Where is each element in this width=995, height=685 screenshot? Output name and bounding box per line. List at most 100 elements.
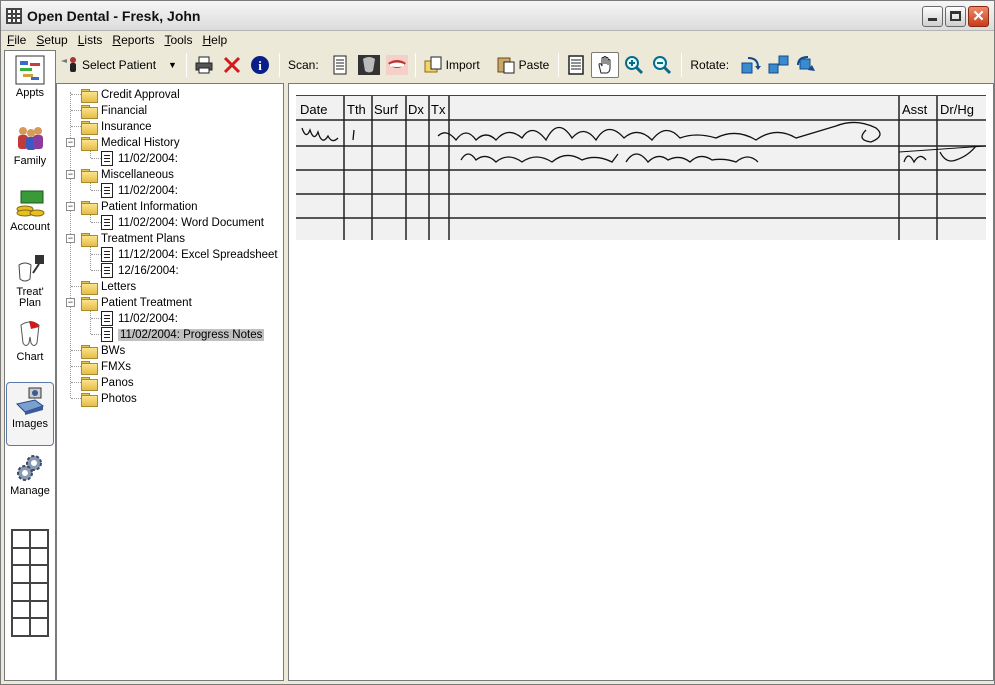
rotate-left-button[interactable]	[737, 52, 763, 78]
module-images[interactable]: Images	[6, 382, 54, 446]
select-patient-label: Select Patient	[82, 58, 157, 72]
delete-button[interactable]	[219, 52, 245, 78]
module-appts[interactable]: Appts	[6, 55, 54, 107]
tree-item[interactable]: − Patient Treatment	[65, 295, 192, 311]
tree-item-label: Medical History	[101, 136, 180, 149]
tree-item-label: 11/02/2004:	[118, 152, 178, 165]
image-viewer[interactable]: Date Tth Surf Dx Tx Asst Dr/Hg	[288, 83, 994, 681]
module-label: Images	[11, 418, 49, 430]
tree-item[interactable]: Financial	[65, 103, 147, 119]
progress-notes-scan-graphic: Date Tth Surf Dx Tx Asst Dr/Hg	[296, 96, 986, 240]
module-label: Chart	[16, 351, 44, 363]
module-chart[interactable]: Chart	[6, 319, 54, 371]
module-account[interactable]: Account	[6, 189, 54, 241]
collapse-icon[interactable]: −	[66, 298, 75, 307]
print-button[interactable]	[191, 52, 217, 78]
tree-item[interactable]: Panos	[65, 375, 134, 391]
tree-item[interactable]: 11/12/2004: Excel Spreadsheet	[91, 247, 278, 262]
module-label: Treat' Plan	[16, 286, 44, 309]
document-icon	[101, 327, 113, 342]
flip-horizontal-button[interactable]	[765, 52, 791, 78]
tree-item-label: Panos	[101, 376, 134, 389]
app-window: Open Dental - Fresk, John ✕ File Setup L…	[0, 0, 995, 685]
menu-tools[interactable]: Tools	[164, 33, 192, 47]
title-bar[interactable]: Open Dental - Fresk, John ✕	[1, 1, 994, 31]
tree-item-label: Photos	[101, 392, 137, 405]
import-button[interactable]: Import	[420, 52, 483, 78]
minimize-button[interactable]	[922, 6, 943, 27]
collapse-icon[interactable]: −	[66, 138, 75, 147]
import-icon	[423, 55, 443, 75]
info-icon: i	[250, 55, 270, 75]
header-date: Date	[300, 102, 327, 117]
tree-item[interactable]: Letters	[65, 279, 136, 295]
tree-item-label: Miscellaneous	[101, 168, 174, 181]
tree-item[interactable]: Credit Approval	[65, 87, 180, 103]
zoom-in-button[interactable]	[621, 52, 647, 78]
scan-document-button[interactable]	[327, 52, 353, 78]
tree-item[interactable]: FMXs	[65, 359, 132, 375]
menu-file[interactable]: File	[7, 33, 26, 47]
info-button[interactable]: i	[247, 52, 273, 78]
menu-reports[interactable]: Reports	[112, 33, 154, 47]
collapse-icon[interactable]: −	[66, 202, 75, 211]
tree-item-label: FMXs	[101, 360, 132, 373]
collapse-icon[interactable]: −	[66, 170, 75, 179]
tree-item[interactable]: 12/16/2004:	[91, 263, 179, 278]
rotate-right-button[interactable]	[793, 52, 819, 78]
close-icon: ✕	[972, 8, 985, 25]
maximize-button[interactable]	[945, 6, 966, 27]
minimize-icon	[928, 18, 937, 21]
module-manage[interactable]: Manage	[6, 453, 54, 505]
zoom-out-button[interactable]	[649, 52, 675, 78]
layout-grid[interactable]	[11, 529, 49, 637]
tree-item[interactable]: 11/02/2004:	[91, 311, 178, 326]
delete-x-icon	[222, 55, 242, 75]
scan-photo-button[interactable]	[383, 52, 409, 78]
tree-item-label: 11/12/2004: Excel Spreadsheet	[118, 248, 278, 261]
scanned-progress-notes[interactable]: Date Tth Surf Dx Tx Asst Dr/Hg	[296, 95, 986, 240]
tree-item[interactable]: Insurance	[65, 119, 152, 135]
tree-item[interactable]: Photos	[65, 391, 137, 407]
page-view-icon	[566, 55, 586, 75]
paste-button[interactable]: Paste	[493, 52, 553, 78]
tree-item[interactable]: − Patient Information	[65, 199, 198, 215]
folder-icon	[81, 168, 98, 183]
family-icon	[15, 123, 45, 153]
toolbar-separator	[278, 53, 280, 77]
tree-item[interactable]: 11/02/2004: Word Document	[91, 215, 264, 230]
select-patient-button[interactable]: Select Patient ▼	[56, 52, 180, 78]
module-label: Account	[10, 221, 50, 233]
tree-item[interactable]: 11/02/2004:	[91, 151, 178, 166]
tree-item-label: BWs	[101, 344, 126, 357]
folder-icon	[81, 296, 98, 311]
scan-xray-button[interactable]	[355, 52, 381, 78]
chevron-down-icon[interactable]: ▼	[168, 60, 177, 70]
tree-item[interactable]: BWs	[65, 343, 126, 359]
close-button[interactable]: ✕	[968, 6, 989, 27]
rotate-right-icon	[796, 55, 816, 75]
module-treat-plan[interactable]: Treat' Plan	[6, 255, 54, 315]
tree-item[interactable]: − Treatment Plans	[65, 231, 185, 247]
menu-setup[interactable]: Setup	[36, 33, 67, 47]
tree-item[interactable]: − Medical History	[65, 135, 180, 151]
tree-item-label: 11/02/2004: Progress Notes	[118, 328, 265, 341]
paste-label: Paste	[518, 58, 550, 72]
tree-item[interactable]: − Miscellaneous	[65, 167, 174, 183]
pan-button[interactable]	[591, 52, 620, 78]
menu-lists[interactable]: Lists	[78, 33, 103, 47]
menu-file-rest: ile	[14, 33, 27, 47]
tree-item-label: Patient Information	[101, 200, 198, 213]
folder-icon	[81, 232, 98, 247]
tree-item-label: Insurance	[101, 120, 152, 133]
flip-horizontal-icon	[768, 55, 789, 75]
tree-item[interactable]: 11/02/2004:	[91, 183, 178, 198]
tree-item-selected[interactable]: 11/02/2004: Progress Notes	[91, 327, 265, 342]
collapse-icon[interactable]: −	[66, 234, 75, 243]
folder-icon	[81, 104, 98, 119]
rotate-label: Rotate:	[690, 58, 730, 72]
view-document-button[interactable]	[563, 52, 589, 78]
module-label: Manage	[10, 485, 50, 497]
module-family[interactable]: Family	[6, 123, 54, 175]
menu-help[interactable]: Help	[202, 33, 227, 47]
